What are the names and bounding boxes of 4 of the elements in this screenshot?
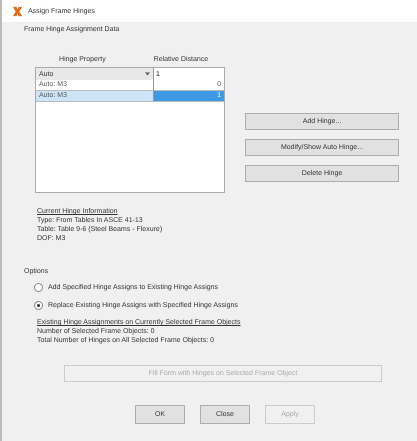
dropdown-arrow-icon xyxy=(145,72,150,76)
radio-button[interactable] xyxy=(34,301,43,310)
radio-button[interactable] xyxy=(34,283,43,292)
app-icon xyxy=(12,6,23,16)
